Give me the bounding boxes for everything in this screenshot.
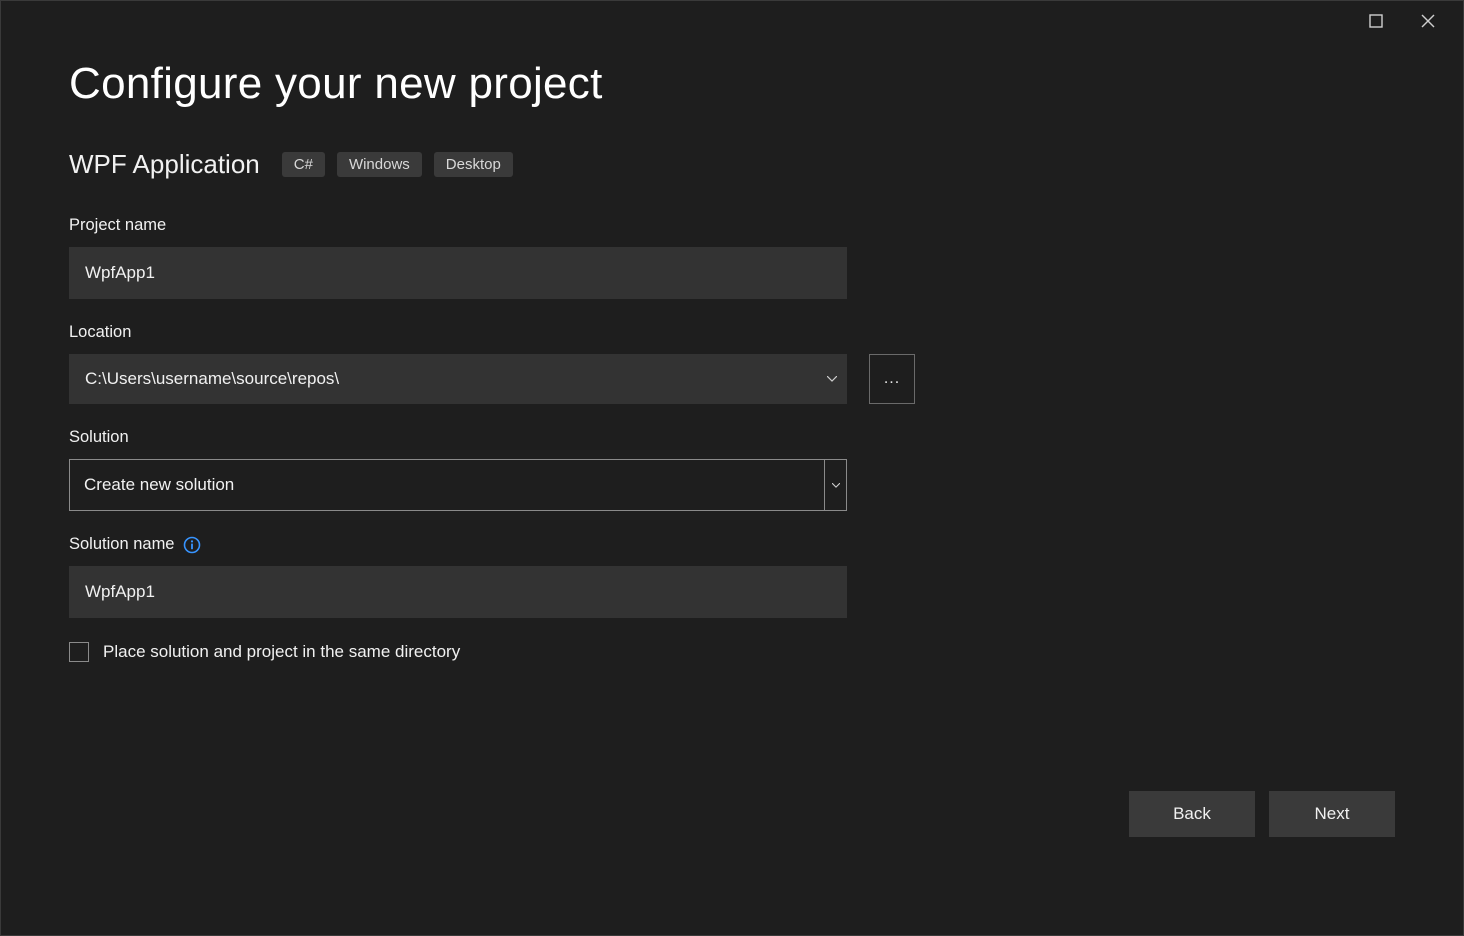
back-button[interactable]: Back bbox=[1129, 791, 1255, 837]
project-name-label: Project name bbox=[69, 216, 917, 235]
location-group: Location ... bbox=[69, 323, 917, 404]
location-row: ... bbox=[69, 354, 917, 404]
same-directory-checkbox[interactable] bbox=[69, 642, 89, 662]
subtitle-row: WPF Application C# Windows Desktop bbox=[69, 149, 1395, 180]
solution-select[interactable]: Create new solution bbox=[69, 459, 847, 511]
titlebar bbox=[1367, 1, 1463, 41]
location-input[interactable] bbox=[69, 354, 817, 404]
form: Project name Location ... Solution bbox=[69, 216, 917, 662]
solution-name-label: Solution name bbox=[69, 535, 917, 554]
maximize-icon[interactable] bbox=[1367, 12, 1385, 30]
project-name-group: Project name bbox=[69, 216, 917, 299]
info-icon[interactable] bbox=[183, 536, 201, 554]
location-label: Location bbox=[69, 323, 917, 342]
project-name-input[interactable] bbox=[69, 247, 847, 299]
solution-group: Solution Create new solution bbox=[69, 428, 917, 511]
tag-list: C# Windows Desktop bbox=[282, 152, 513, 177]
solution-select-value: Create new solution bbox=[70, 460, 824, 510]
same-directory-row: Place solution and project in the same d… bbox=[69, 642, 917, 662]
configure-project-window: Configure your new project WPF Applicati… bbox=[0, 0, 1464, 936]
tag-desktop: Desktop bbox=[434, 152, 513, 177]
solution-label: Solution bbox=[69, 428, 917, 447]
location-combo[interactable] bbox=[69, 354, 847, 404]
next-button[interactable]: Next bbox=[1269, 791, 1395, 837]
tag-csharp: C# bbox=[282, 152, 325, 177]
page-title: Configure your new project bbox=[69, 59, 1395, 109]
footer: Back Next bbox=[1129, 791, 1395, 837]
solution-name-group: Solution name bbox=[69, 535, 917, 618]
template-name: WPF Application bbox=[69, 149, 260, 180]
chevron-down-icon[interactable] bbox=[824, 460, 846, 510]
tag-windows: Windows bbox=[337, 152, 422, 177]
solution-name-input[interactable] bbox=[69, 566, 847, 618]
solution-name-label-text: Solution name bbox=[69, 535, 175, 554]
chevron-down-icon[interactable] bbox=[817, 354, 847, 404]
same-directory-label: Place solution and project in the same d… bbox=[103, 642, 460, 662]
close-icon[interactable] bbox=[1419, 12, 1437, 30]
browse-button[interactable]: ... bbox=[869, 354, 915, 404]
